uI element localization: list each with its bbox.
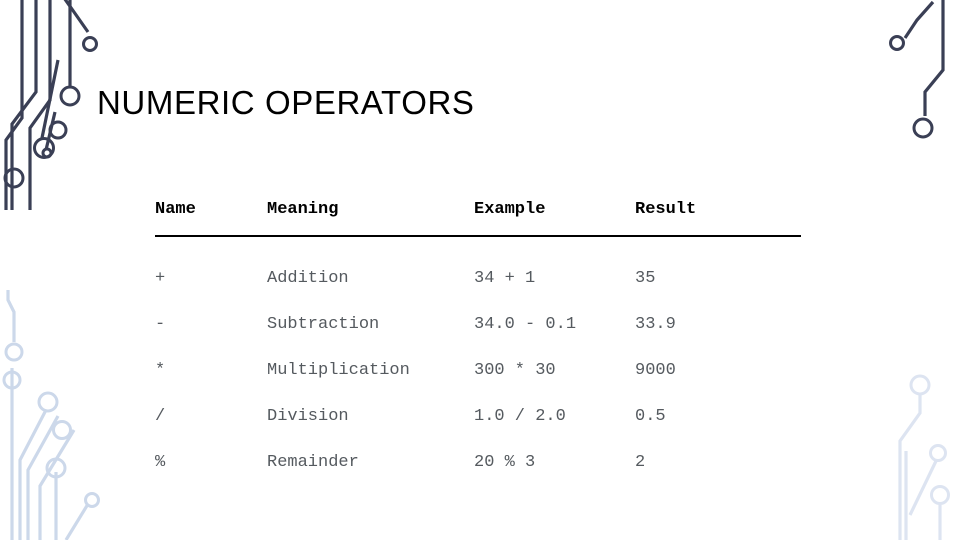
numeric-operators-table: Name Meaning Example Result + Addition 3… [155, 200, 801, 485]
table-row: / Division 1.0 / 2.0 0.5 [155, 393, 801, 439]
cell-operator-name: * [155, 360, 166, 380]
cell-operator-result: 9000 [635, 360, 676, 380]
cell-operator-name: - [155, 314, 166, 334]
table-row: - Subtraction 34.0 - 0.1 33.9 [155, 301, 801, 347]
cell-operator-meaning: Remainder [267, 452, 359, 472]
cell-operator-example: 20 % 3 [474, 452, 536, 472]
cell-operator-result: 33.9 [635, 314, 676, 334]
numeric-operators-table-container: Name Meaning Example Result + Addition 3… [155, 200, 801, 485]
circuit-top-right-decoration [889, 0, 945, 139]
cell-operator-example: 34 + 1 [474, 268, 536, 288]
page-title: NUMERIC OPERATORS [97, 84, 475, 121]
cell-operator-example: 1.0 / 2.0 [474, 406, 566, 426]
cell-operator-result: 0.5 [635, 406, 666, 426]
cell-operator-meaning: Multiplication [267, 360, 410, 380]
cell-operator-meaning: Addition [267, 268, 349, 288]
table-header-row: Name Meaning Example Result [155, 200, 801, 237]
cell-operator-example: 34.0 - 0.1 [474, 314, 577, 334]
table-row: + Addition 34 + 1 35 [155, 236, 801, 301]
circuit-bottom-left-decoration [2, 290, 100, 540]
cell-operator-result: 35 [635, 268, 656, 288]
column-header-result: Result [635, 200, 801, 237]
column-header-meaning: Meaning [267, 200, 474, 237]
table-header: Name Meaning Example Result [155, 200, 801, 237]
cell-operator-result: 2 [635, 452, 646, 472]
cell-operator-name: + [155, 268, 166, 288]
column-header-name: Name [155, 200, 267, 237]
cell-operator-meaning: Division [267, 406, 349, 426]
table-body: + Addition 34 + 1 35 - Subtraction 34.0 … [155, 236, 801, 485]
table-row: % Remainder 20 % 3 2 [155, 439, 801, 485]
slide-canvas: NUMERIC OPERATORS Name Meaning Example R… [0, 0, 960, 540]
table-row: * Multiplication 300 * 30 9000 [155, 347, 801, 393]
cell-operator-example: 300 * 30 [474, 360, 556, 380]
circuit-bottom-right-decoration [898, 374, 950, 540]
cell-operator-name: / [155, 406, 166, 426]
column-header-example: Example [474, 200, 635, 237]
cell-operator-meaning: Subtraction [267, 314, 380, 334]
cell-operator-name: % [155, 452, 166, 472]
